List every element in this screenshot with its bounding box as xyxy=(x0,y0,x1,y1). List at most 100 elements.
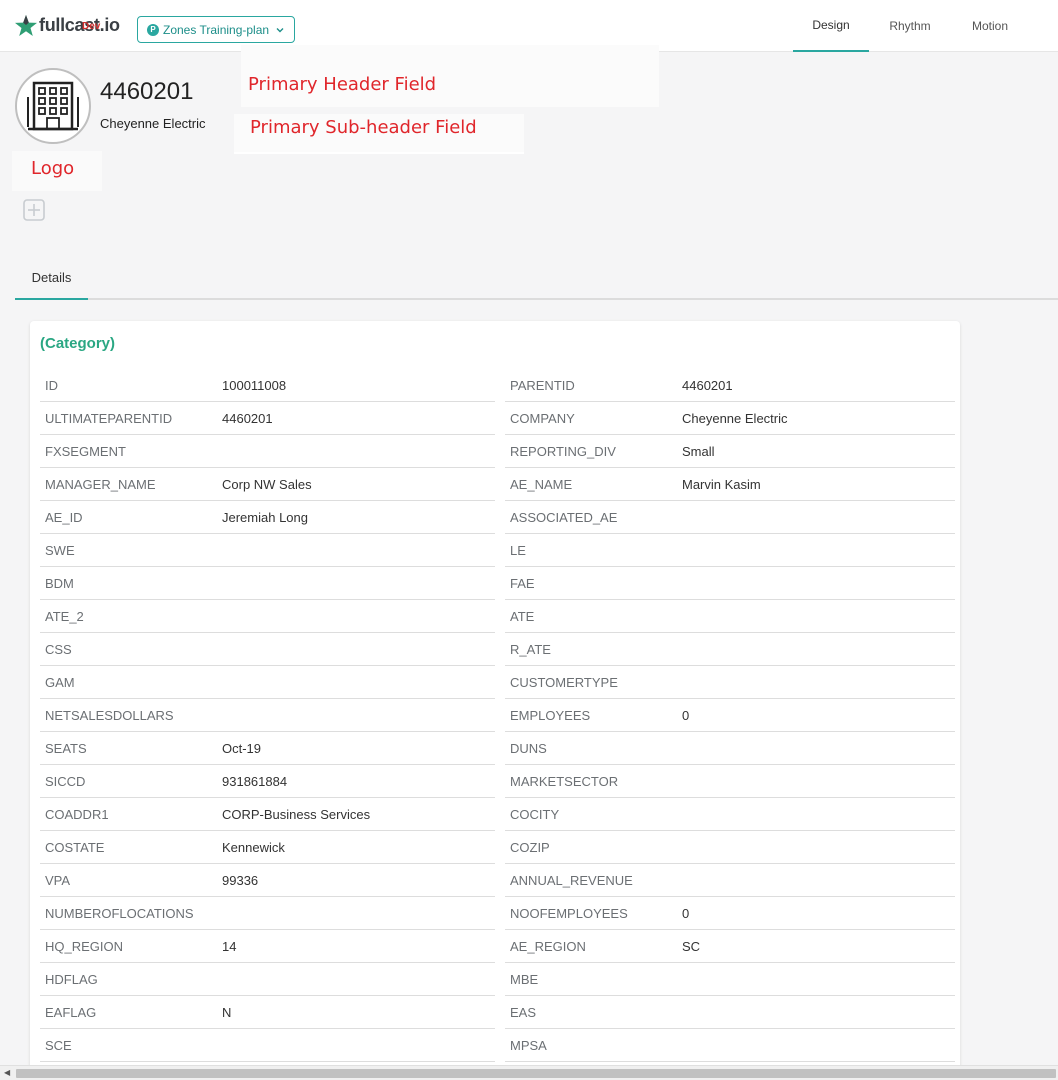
field-row: NETSALESDOLLARS xyxy=(40,699,495,732)
field-row: PARENTID 4460201 xyxy=(505,369,955,402)
field-row: ASSOCIATED_AE xyxy=(505,501,955,534)
record-subtitle: Cheyenne Electric xyxy=(100,116,206,131)
field-row: SWE xyxy=(40,534,495,567)
field-row: EAS xyxy=(505,996,955,1029)
field-row: HDFLAG xyxy=(40,963,495,996)
add-icon[interactable] xyxy=(23,199,45,221)
field-row: CUSTOMERTYPE xyxy=(505,666,955,699)
field-value: 0 xyxy=(682,905,690,921)
field-row: SICCD 931861884 xyxy=(40,765,495,798)
scrollbar-thumb[interactable] xyxy=(16,1069,1056,1078)
logo-annotation: Logo xyxy=(31,158,75,179)
field-row: FXSEGMENT xyxy=(40,435,495,468)
field-column-left: ID 100011008 ULTIMATEPARENTID 4460201 FXSEGM… xyxy=(40,369,495,1062)
building-icon xyxy=(27,81,79,131)
field-value: Jeremiah Long xyxy=(222,509,308,525)
field-row: NUMBEROFLOCATIONS xyxy=(40,897,495,930)
field-row: MANAGER_NAME Corp NW Sales xyxy=(40,468,495,501)
nav-tab-design[interactable]: Design xyxy=(793,0,869,52)
nav-tab-motion[interactable]: Motion xyxy=(955,0,1025,52)
field-label: NUMBEROFLOCATIONS xyxy=(45,905,194,921)
field-label: SICCD xyxy=(45,773,86,789)
field-row: COZIP xyxy=(505,831,955,864)
field-value: 100011008 xyxy=(222,377,287,393)
field-value: 99336 xyxy=(222,872,259,888)
field-row: AE_ID Jeremiah Long xyxy=(40,501,495,534)
field-row: ATE xyxy=(505,600,955,633)
field-value: Cheyenne Electric xyxy=(682,410,788,426)
field-label: ASSOCIATED_AE xyxy=(510,509,618,525)
field-row: AE_NAME Marvin Kasim xyxy=(505,468,955,501)
field-label: NOOFEMPLOYEES xyxy=(510,905,628,921)
field-row: R_ATE xyxy=(505,633,955,666)
brand-logo[interactable]: fullcast.io xyxy=(14,14,120,38)
field-label: EAFLAG xyxy=(45,1004,97,1020)
field-label: R_ATE xyxy=(510,641,551,657)
nav-tab-label: Motion xyxy=(971,19,1009,33)
field-label: AE_REGION xyxy=(510,938,586,954)
field-row: AE_REGION SC xyxy=(505,930,955,963)
field-label: ULTIMATEPARENTID xyxy=(45,410,173,426)
field-value: 14 xyxy=(222,938,237,954)
field-row: GAM xyxy=(40,666,495,699)
field-row: LE xyxy=(505,534,955,567)
field-row: ATE_2 xyxy=(40,600,495,633)
field-value: 931861884 xyxy=(222,773,288,789)
horizontal-scrollbar[interactable]: ◀ xyxy=(0,1065,1058,1080)
field-label: AE_NAME xyxy=(510,476,573,492)
field-label: DUNS xyxy=(510,740,547,756)
field-row: ANNUAL_REVENUE xyxy=(505,864,955,897)
field-row: COSTATE Kennewick xyxy=(40,831,495,864)
record-title: 4460201 xyxy=(100,78,194,105)
nav-tab-label: Design xyxy=(812,18,850,32)
scroll-left-icon[interactable]: ◀ xyxy=(4,1068,10,1077)
field-label: SWE xyxy=(45,542,75,558)
field-label: SCE xyxy=(45,1037,72,1053)
environment-badge: Dev xyxy=(82,21,101,32)
field-value: N xyxy=(222,1004,232,1020)
field-label: HDFLAG xyxy=(45,971,98,987)
field-label: COSTATE xyxy=(45,839,105,855)
field-label: EMPLOYEES xyxy=(510,707,591,723)
field-value: 4460201 xyxy=(682,377,733,393)
field-label: ATE xyxy=(510,608,535,624)
field-label: MARKETSECTOR xyxy=(510,773,619,789)
primary-subheader-annotation: Primary Sub-header Field xyxy=(250,117,477,138)
plan-badge-icon: P xyxy=(147,23,159,36)
field-label: FAE xyxy=(510,575,535,591)
field-label: COZIP xyxy=(510,839,550,855)
field-value: Oct-19 xyxy=(222,740,262,756)
field-label: AE_ID xyxy=(45,509,83,525)
field-value: Small xyxy=(682,443,715,459)
field-label: VPA xyxy=(45,872,71,888)
field-label: ID xyxy=(45,377,58,393)
field-value: SC xyxy=(682,938,701,954)
field-label: NETSALESDOLLARS xyxy=(45,707,174,723)
plan-selector-dropdown[interactable]: P Zones Training-plan xyxy=(137,16,295,43)
field-label: GAM xyxy=(45,674,75,690)
field-row: MBE xyxy=(505,963,955,996)
field-label: MANAGER_NAME xyxy=(45,476,156,492)
field-value: 0 xyxy=(682,707,690,723)
field-row: COCITY xyxy=(505,798,955,831)
field-row: ULTIMATEPARENTID 4460201 xyxy=(40,402,495,435)
field-label: MPSA xyxy=(510,1037,547,1053)
primary-header-annotation: Primary Header Field xyxy=(248,74,437,95)
tabs-divider xyxy=(15,298,1058,300)
field-row: REPORTING_DIV Small xyxy=(505,435,955,468)
field-row: BDM xyxy=(40,567,495,600)
field-label: LE xyxy=(510,542,526,558)
field-row: CSS xyxy=(40,633,495,666)
tab-details[interactable]: Details xyxy=(15,256,88,300)
nav-tab-rhythm[interactable]: Rhythm xyxy=(874,0,946,52)
field-row: ID 100011008 xyxy=(40,369,495,402)
field-row: FAE xyxy=(505,567,955,600)
field-label: EAS xyxy=(510,1004,537,1020)
field-row: SEATS Oct-19 xyxy=(40,732,495,765)
field-label: ATE_2 xyxy=(45,608,84,624)
field-row: COMPANY Cheyenne Electric xyxy=(505,402,955,435)
field-value: Marvin Kasim xyxy=(682,476,761,492)
field-label: FXSEGMENT xyxy=(45,443,126,459)
field-label: COCITY xyxy=(510,806,560,822)
category-title: (Category) xyxy=(40,335,116,352)
